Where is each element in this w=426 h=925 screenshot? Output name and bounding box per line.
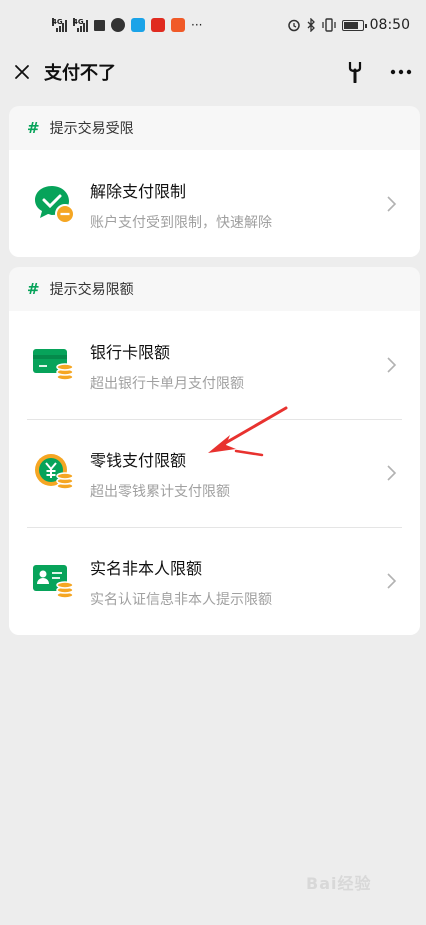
status-left: 4G 4G ··· [52, 18, 202, 32]
bluetooth-icon [307, 18, 315, 32]
item-subtitle: 超出零钱累计支付限额 [90, 484, 230, 500]
close-icon[interactable] [14, 64, 30, 80]
signal-icon: 4G [52, 18, 67, 32]
list-item-realname-limit[interactable]: 实名非本人限额 实名认证信息非本人提示限额 [9, 527, 420, 635]
more-icon[interactable] [390, 69, 412, 75]
hash-icon: # [27, 280, 40, 298]
item-subtitle: 账户支付受到限制，快速解除 [90, 215, 272, 231]
hash-icon: # [27, 119, 40, 137]
section-header-label: 提示交易受限 [49, 121, 134, 137]
app-icon-red [151, 18, 165, 32]
list-item-bank-card-limit[interactable]: 银行卡限额 超出银行卡单月支付限额 [9, 311, 420, 419]
status-right: 08:50 [287, 17, 410, 33]
nav-bar: 支付不了 [0, 50, 426, 94]
more-notifications-icon: ··· [191, 18, 203, 32]
chevron-right-icon [387, 196, 397, 212]
section-trade-restricted: # 提示交易受限 解除支付限制 账户支付受到限制，快速解除 [9, 106, 420, 257]
nav-actions [348, 61, 412, 83]
item-title: 实名非本人限额 [90, 559, 203, 578]
clock: 08:50 [369, 17, 410, 33]
change-wallet-icon [35, 454, 74, 490]
app-icon-blue [131, 18, 145, 32]
watermark: Bai经验 [306, 874, 372, 893]
id-card-icon [33, 565, 74, 599]
alarm-icon [287, 19, 300, 32]
divider [27, 527, 402, 528]
chevron-right-icon [387, 357, 397, 373]
page-title: 支付不了 [44, 63, 116, 84]
app-icon-orange [171, 18, 185, 32]
item-title: 解除支付限制 [90, 182, 187, 201]
item-subtitle: 超出银行卡单月支付限额 [90, 376, 244, 392]
chevron-right-icon [387, 573, 397, 589]
signal-icon-2: 4G [73, 18, 88, 32]
bank-card-icon [33, 349, 74, 381]
wrench-icon[interactable] [348, 61, 362, 83]
annotation-arrow [208, 406, 288, 457]
item-title: 银行卡限额 [90, 343, 171, 362]
chevron-right-icon [387, 465, 397, 481]
vibrate-icon [321, 18, 336, 32]
section-header-label: 提示交易限额 [49, 282, 134, 298]
item-subtitle: 实名认证信息非本人提示限额 [90, 592, 272, 608]
unlock-payment-icon [35, 186, 75, 224]
item-title: 零钱支付限额 [90, 451, 187, 470]
section-header: # 提示交易限额 [9, 267, 420, 311]
wechat-icon [111, 18, 125, 32]
list-item-remove-restriction[interactable]: 解除支付限制 账户支付受到限制，快速解除 [9, 150, 420, 257]
battery-icon [341, 19, 367, 31]
section-header: # 提示交易受限 [9, 106, 420, 150]
status-bar: 4G 4G ··· 08:50 [0, 0, 426, 50]
notification-icon [94, 19, 105, 31]
